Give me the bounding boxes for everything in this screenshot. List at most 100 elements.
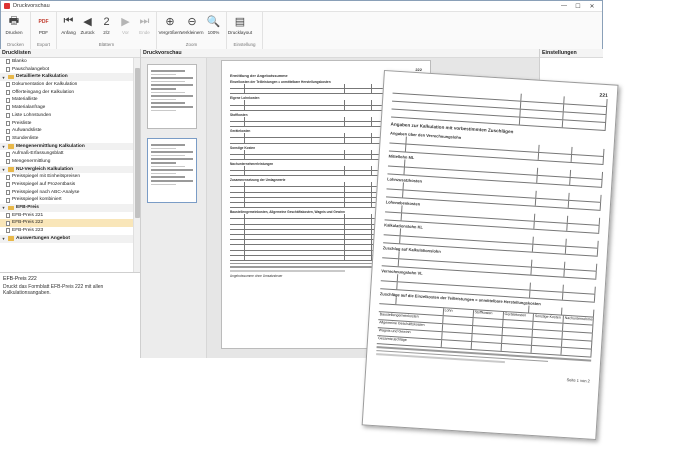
tree-item[interactable]: Preisspiegel auf Prozentbasis (0, 181, 134, 189)
tree-item[interactable]: Pauschalangebot (0, 66, 134, 74)
zoom-level-button[interactable]: 🔍 100% (203, 13, 224, 41)
tree-item-label: Preisspiegel auf Prozentbasis (12, 182, 76, 187)
ribbon-group-2: ⏮ Anfang ◀ Zurück 2 2/2 ▶ Vor ⏭ Ende Blättern (57, 12, 157, 49)
tree-item[interactable]: Preisspiegel kombiniert (0, 196, 134, 204)
ribbon-group-3: ⊕ Vergrößern ⊖ Verkleinern 🔍 100% Zoom (157, 12, 227, 49)
tree-item[interactable]: Blanko (0, 58, 134, 66)
tree-scrollbar[interactable] (133, 58, 140, 272)
tree-item-label: Detaillierte Kalkulation (16, 74, 68, 80)
tree-item[interactable]: Aufmaß-Erfassungsblatt (0, 150, 134, 158)
form-table-cell (230, 138, 246, 143)
page-thumbnail-1[interactable] (147, 64, 197, 129)
ribbon-button-label: Ende (139, 30, 150, 35)
form-table-cell (230, 89, 246, 94)
tree-category[interactable]: ▾ NU-Vergleich Kalkulation (0, 165, 134, 174)
tree-item[interactable]: Stundenliste (0, 135, 134, 143)
tree-item[interactable]: Materialanfrage (0, 104, 134, 112)
form-table-cell (230, 165, 246, 171)
tree-item[interactable]: Preisspiegel nach ABC-Analyse (0, 189, 134, 197)
form-table-cell (230, 214, 246, 219)
form-table-cell (245, 214, 346, 219)
settings-header: Einstellungen (540, 49, 603, 58)
form-table-cell (230, 219, 246, 224)
form-table-cell (565, 246, 599, 256)
zoom-in-button[interactable]: ⊕ Vergrößern (159, 13, 182, 41)
form-table-cell (245, 234, 346, 240)
ribbon-button-label: Anfang (61, 30, 76, 35)
document-icon (6, 174, 10, 180)
pdf-icon: PDF (38, 18, 49, 25)
form-table-cell (345, 100, 373, 105)
collapse-toggle-icon[interactable]: ▾ (1, 167, 6, 172)
form-table-cell (230, 100, 246, 105)
form-table-cell (379, 296, 397, 305)
form-table-cell (387, 166, 406, 175)
printer-button[interactable]: 🖶 Drucken (3, 13, 25, 41)
collapse-toggle-icon[interactable]: ▾ (1, 144, 6, 149)
next-page-icon: ▶ (121, 16, 130, 28)
zoom-out-button[interactable]: ⊖ Verkleinern (180, 13, 204, 41)
tree-item-label: EFB-Preis 223 (12, 228, 44, 234)
text-line (230, 266, 384, 269)
print-layout-button[interactable]: ▤ Drucklayout (228, 13, 252, 41)
form-table-cell (245, 165, 346, 171)
form-table-cell (388, 158, 406, 167)
tree-item[interactable]: Preisliste (0, 120, 134, 128)
tree-category[interactable]: ▾ Detaillierte Kalkulation (0, 73, 134, 82)
form-table-cell (230, 154, 246, 159)
form-table-cell (245, 229, 346, 234)
tree-item[interactable]: Mengenermittlung (0, 158, 134, 166)
page-counter-button[interactable]: 2 2/2 (97, 13, 116, 41)
first-page-button[interactable]: ⏮ Anfang (59, 13, 78, 41)
minimize-icon[interactable]: — (557, 3, 571, 9)
next-page-button[interactable]: ▶ Vor (116, 13, 135, 41)
tree-scrollbar-thumb[interactable] (135, 68, 140, 218)
form-table-cell (245, 255, 346, 260)
form-table-cell (389, 135, 408, 144)
collapse-toggle-icon[interactable]: ▾ (1, 75, 6, 80)
print-preview-header: Druckvorschau (141, 49, 539, 58)
previous-page-button[interactable]: ◀ Zurück (78, 13, 97, 41)
tree-item[interactable]: Liste Lohnstunden (0, 112, 134, 120)
collapse-toggle-icon[interactable]: ▾ (1, 236, 6, 241)
form-table-cell (245, 105, 346, 110)
tree-item[interactable]: Dokumentation der Kalkulation (0, 81, 134, 89)
first-page-icon: ⏮ (63, 15, 74, 27)
print-layout-icon: ▤ (234, 16, 246, 28)
form-table-cell (345, 154, 373, 159)
ribbon-group-label: Zoom (185, 42, 198, 47)
form-table-cell (245, 245, 346, 250)
tree-item-label: Offerteingang der Kalkulation (12, 89, 75, 95)
form-table-cell (245, 187, 346, 192)
tree-item[interactable]: EFB-Preis 221 (0, 212, 134, 220)
tree-item[interactable]: EFB-Preis 223 (0, 227, 134, 235)
page-thumbnail-2[interactable] (147, 138, 197, 203)
tree-item[interactable]: Preisspiegel mit Einheitspreisen (0, 173, 134, 181)
ribbon-group-4: ▤ Drucklayout Einstellung (227, 12, 263, 49)
tree-item[interactable]: Offerteingang der Kalkulation (0, 89, 134, 97)
form-table-cell (345, 182, 373, 187)
tree-item[interactable]: EFB-Preis 222 (0, 219, 134, 228)
close-icon[interactable]: ✕ (585, 3, 599, 10)
maximize-icon[interactable]: ☐ (571, 3, 585, 10)
ribbon-button-label: Verkleinern (180, 30, 204, 35)
form-table-cell (245, 138, 346, 143)
pdf-button[interactable]: PDF PDF (33, 13, 54, 41)
collapse-toggle-icon[interactable]: ▾ (1, 205, 6, 210)
form-table-cell (230, 84, 246, 89)
tree-item-label: Aufmaß-Erfassungsblatt (12, 151, 64, 157)
form-table-cell (230, 255, 246, 260)
form-table-cell (562, 292, 596, 302)
tree-category[interactable]: ▾ EFB-Preis (0, 204, 134, 212)
form-table-cell (245, 240, 346, 245)
form-table-cell (385, 204, 403, 213)
tree-category[interactable]: ▾ Mengenermittlung Kalkulation (0, 142, 134, 151)
tree-category[interactable]: ▾ Auswertungen Angebot (0, 234, 134, 243)
tree-item[interactable]: Materialliste (0, 96, 134, 104)
last-page-button[interactable]: ⏭ Ende (135, 13, 154, 41)
tree-item[interactable]: Aufwandsliste (0, 127, 134, 135)
form-table-cell (471, 342, 502, 351)
document-icon (6, 159, 10, 165)
document-icon (6, 151, 10, 157)
form-table-cell (230, 197, 246, 202)
